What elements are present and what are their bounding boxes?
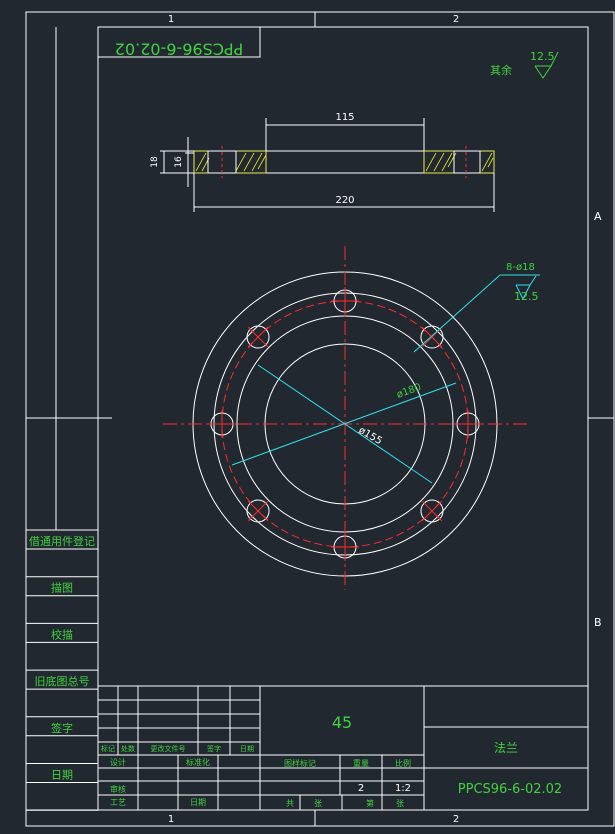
sheet-label: 张 [314,799,322,808]
side-panel-item: 签字 [51,721,73,735]
zone-top-2: 2 [453,14,459,25]
checker: 审核 [110,784,126,794]
drawing-frame [25,11,615,827]
material-value: 45 [332,713,352,732]
dim-holes: 8-ø18 [506,262,535,273]
mirrored-part-no: PPCS96-6-02.02 [115,40,244,59]
roughness-other-label: 其余 [490,63,512,77]
sheet-label-2: 张 [396,799,404,808]
sheet-no: 第 [366,798,374,808]
sheet-total: 共 [286,799,294,808]
hole-leader [413,274,501,353]
dim-bolt-circle: ø180 [395,382,422,401]
dim-inner-width: 115 [335,112,354,123]
outer-border [25,11,615,827]
zone-bottom-1: 1 [168,814,174,825]
bolt-hole [208,410,236,438]
dim-thickness-flange: 16 [174,156,184,168]
rev-mark: 标记 [101,744,115,753]
date-label: 日期 [190,798,206,807]
section-view: 115 220 18 16 [150,112,495,212]
bolt-hole [246,325,270,349]
roughness-hole-value: 12.5 [514,290,539,303]
side-panel-item: 校描 [51,627,73,641]
process: 工艺 [110,798,126,807]
dim-thickness-total: 18 [150,156,160,168]
side-panel-item: 旧底图总号 [35,674,90,688]
zone-bottom-2: 2 [453,814,459,825]
cad-drawing: 1 2 1 2 A B PPCS96-6-02.02 其余 12.5 115 2… [25,11,615,827]
plan-view: ø180 ø155 8-ø18 12.5 [163,246,540,590]
dim-bore: ø155 [357,425,384,447]
col-weight: 重量 [353,758,369,768]
designer: 设计 [110,757,126,767]
side-panel: 借通用件登记描图校描旧底图总号签字日期 [25,529,99,811]
bolt-hole [246,499,270,523]
mirrored-code-box: PPCS96-6-02.02 [97,26,261,59]
part-name: 法兰 [494,741,518,755]
rev-count: 处数 [121,744,135,753]
side-panel-item: 日期 [51,769,73,782]
surface-roughness-general: 其余 12.5 [490,50,559,79]
rev-sign: 签字 [207,744,221,753]
bolt-hole [331,533,359,561]
scale-value: 1:2 [395,783,411,794]
rev-doc: 更改文件号 [151,744,186,753]
weight-value: 2 [358,783,364,794]
bolt-hole [331,287,359,315]
drawing-no: PPCS96-6-02.02 [458,782,562,797]
zone-top-1: 1 [168,14,174,25]
zone-side-b: B [594,616,602,629]
col-scale: 比例 [395,758,411,768]
bolt-hole [420,499,444,523]
dim-outer-width: 220 [335,195,354,206]
roughness-other-value: 12.5 [530,50,555,63]
zone-side-a: A [594,210,602,223]
side-panel-item: 借通用件登记 [29,534,95,548]
rev-date: 日期 [240,745,254,753]
col-stage-mark: 图样标记 [284,758,316,768]
inner-border [97,26,589,811]
standardize: 标准化 [186,757,210,767]
side-panel-item: 描图 [51,581,73,595]
bolt-hole [454,410,482,438]
